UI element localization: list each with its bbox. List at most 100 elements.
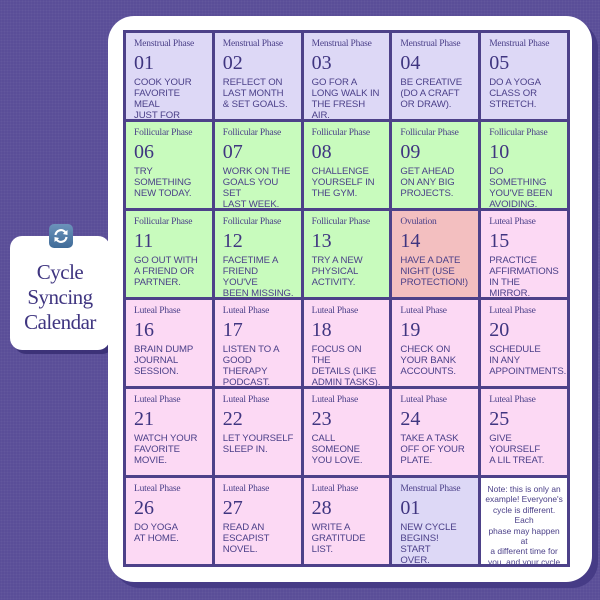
phase-label: Luteal Phase [311, 484, 359, 494]
calendar-grid: Menstrual Phase 01 Cook your favorite meal… [123, 30, 570, 567]
task-text: Take a task off of your plate. [400, 433, 465, 466]
day-number: 05 [489, 52, 510, 74]
phase-label: Ovulation [400, 217, 437, 227]
task-text: Try a new physical activity. [311, 255, 363, 288]
day-number: 18 [311, 319, 332, 341]
calendar-day-cell: Menstrual Phase 01 New cycle begins! Start… [392, 478, 479, 564]
day-number: 24 [400, 408, 421, 430]
phase-label: Menstrual Phase [311, 39, 372, 49]
calendar-day-cell: Follicular Phase 13 Try a new physical act… [303, 211, 390, 297]
phase-label: Follicular Phase [311, 128, 370, 138]
day-number: 15 [489, 230, 510, 252]
phase-label: Luteal Phase [489, 306, 536, 316]
task-text: New cycle begins! Start over. [400, 522, 457, 564]
task-text: Work on the goals you set last week. [222, 166, 291, 208]
phase-label: Luteal Phase [134, 484, 181, 494]
calendar-day-cell: Luteal Phase 26 Do yoga at home. [126, 478, 212, 564]
phase-label: Follicular Phase [134, 128, 193, 138]
day-number: 11 [134, 230, 154, 252]
phase-label: Luteal Phase [222, 484, 270, 494]
phase-label: Follicular Phase [400, 128, 459, 138]
day-number: 10 [489, 141, 510, 163]
calendar-day-cell: Luteal Phase 24 Take a task off of your pl… [392, 389, 479, 475]
phase-label: Menstrual Phase [222, 39, 283, 49]
day-number: 22 [222, 408, 243, 430]
calendar-day-cell: Follicular Phase 09 Get ahead on any big p… [392, 122, 479, 208]
phase-label: Luteal Phase [489, 217, 536, 227]
calendar-day-cell: Luteal Phase 15 Practice affirmations in t… [481, 211, 567, 297]
task-text: Be creative (do a craft or draw). [400, 77, 463, 110]
title-card: Cycle Syncing Calendar [10, 236, 110, 350]
day-number: 17 [222, 319, 243, 341]
calendar-day-cell: Luteal Phase 20 Schedule in any appointmen… [481, 300, 567, 386]
task-text: Give yourself a lil treat. [489, 433, 545, 466]
day-number: 26 [134, 497, 154, 519]
phase-label: Luteal Phase [222, 395, 270, 405]
calendar-day-cell: Luteal Phase 18 Focus on the details (like… [303, 300, 390, 386]
task-text: Do a yoga class or stretch. [489, 77, 541, 110]
phase-label: Luteal Phase [400, 395, 447, 405]
day-number: 01 [134, 52, 154, 74]
day-number: 25 [489, 408, 510, 430]
calendar-day-cell: Follicular Phase 10 Do something you've be… [481, 122, 567, 208]
phase-label: Luteal Phase [311, 306, 359, 316]
calendar-day-cell: Menstrual Phase 02 Reflect on last month &… [214, 33, 301, 119]
calendar-day-cell: Menstrual Phase 03 Go for a long walk in t… [303, 33, 390, 119]
calendar-day-cell: Luteal Phase 22 Let yourself sleep in. [214, 389, 301, 475]
calendar-day-cell: Menstrual Phase 01 Cook your favorite meal… [126, 33, 212, 119]
calendar-day-cell: Luteal Phase 19 Check on your bank account… [392, 300, 479, 386]
calendar-day-cell: Luteal Phase 23 Call someone you love. [303, 389, 390, 475]
day-number: 27 [222, 497, 243, 519]
phase-label: Luteal Phase [400, 306, 447, 316]
task-text: Call someone you love. [311, 433, 363, 466]
task-text: Write a gratitude list. [311, 522, 366, 555]
task-text: Have a date night (use protection!) [400, 255, 468, 288]
phase-label: Follicular Phase [222, 128, 282, 138]
task-text: Listen to a good therapy podcast. [222, 344, 280, 386]
task-text: Watch your favorite movie. [134, 433, 198, 466]
task-text: Try something new today. [134, 166, 192, 199]
phase-label: Menstrual Phase [134, 39, 195, 49]
day-number: 21 [134, 408, 154, 430]
task-text: Focus on the details (like admin tasks). [311, 344, 381, 386]
task-text: Practice affirmations in the mirror. [489, 255, 559, 297]
task-text: Go out with a friend or partner. [134, 255, 198, 288]
calendar-day-cell: Menstrual Phase 05 Do a yoga class or stre… [481, 33, 567, 119]
task-text: Check on your bank accounts. [400, 344, 456, 377]
task-text: Do yoga at home. [134, 522, 179, 544]
task-text: Go for a long walk in the fresh air. [311, 77, 380, 119]
day-number: 20 [489, 319, 510, 341]
day-number: 06 [134, 141, 154, 163]
day-number: 19 [400, 319, 421, 341]
calendar-day-cell: Follicular Phase 06 Try something new toda… [126, 122, 212, 208]
day-number: 09 [400, 141, 421, 163]
note-text: Note: this is only an example! Everyone'… [485, 484, 563, 564]
day-number: 02 [222, 52, 243, 74]
task-text: Challenge yourself in the gym. [311, 166, 375, 199]
phase-label: Luteal Phase [222, 306, 270, 316]
task-text: Schedule in any appointments. [489, 344, 567, 377]
phase-label: Menstrual Phase [489, 39, 550, 49]
calendar-day-cell: Menstrual Phase 04 Be creative (do a craft… [392, 33, 479, 119]
calendar-day-cell: Luteal Phase 21 Watch your favorite movie. [126, 389, 212, 475]
note-cell: Note: this is only an example! Everyone'… [481, 478, 567, 564]
calendar-day-cell: Luteal Phase 28 Write a gratitude list. [303, 478, 390, 564]
day-number: 28 [311, 497, 332, 519]
phase-label: Follicular Phase [222, 217, 282, 227]
task-text: Read an escapist novel. [222, 522, 270, 555]
phase-label: Luteal Phase [134, 306, 181, 316]
day-number: 16 [134, 319, 154, 341]
phase-label: Menstrual Phase [400, 39, 461, 49]
calendar-day-cell: Follicular Phase 08 Challenge yourself in … [303, 122, 390, 208]
page-title: Cycle Syncing Calendar [24, 259, 96, 334]
day-number: 14 [400, 230, 421, 252]
day-number: 12 [222, 230, 243, 252]
day-number: 01 [400, 497, 421, 519]
calendar-day-cell: Follicular Phase 12 Facetime a friend you'… [214, 211, 301, 297]
phase-label: Menstrual Phase [400, 484, 461, 494]
task-text: Get ahead on any big projects. [400, 166, 455, 199]
phase-label: Luteal Phase [489, 395, 536, 405]
phase-label: Follicular Phase [134, 217, 193, 227]
task-text: Reflect on last month & set goals. [222, 77, 288, 110]
phase-label: Luteal Phase [311, 395, 359, 405]
